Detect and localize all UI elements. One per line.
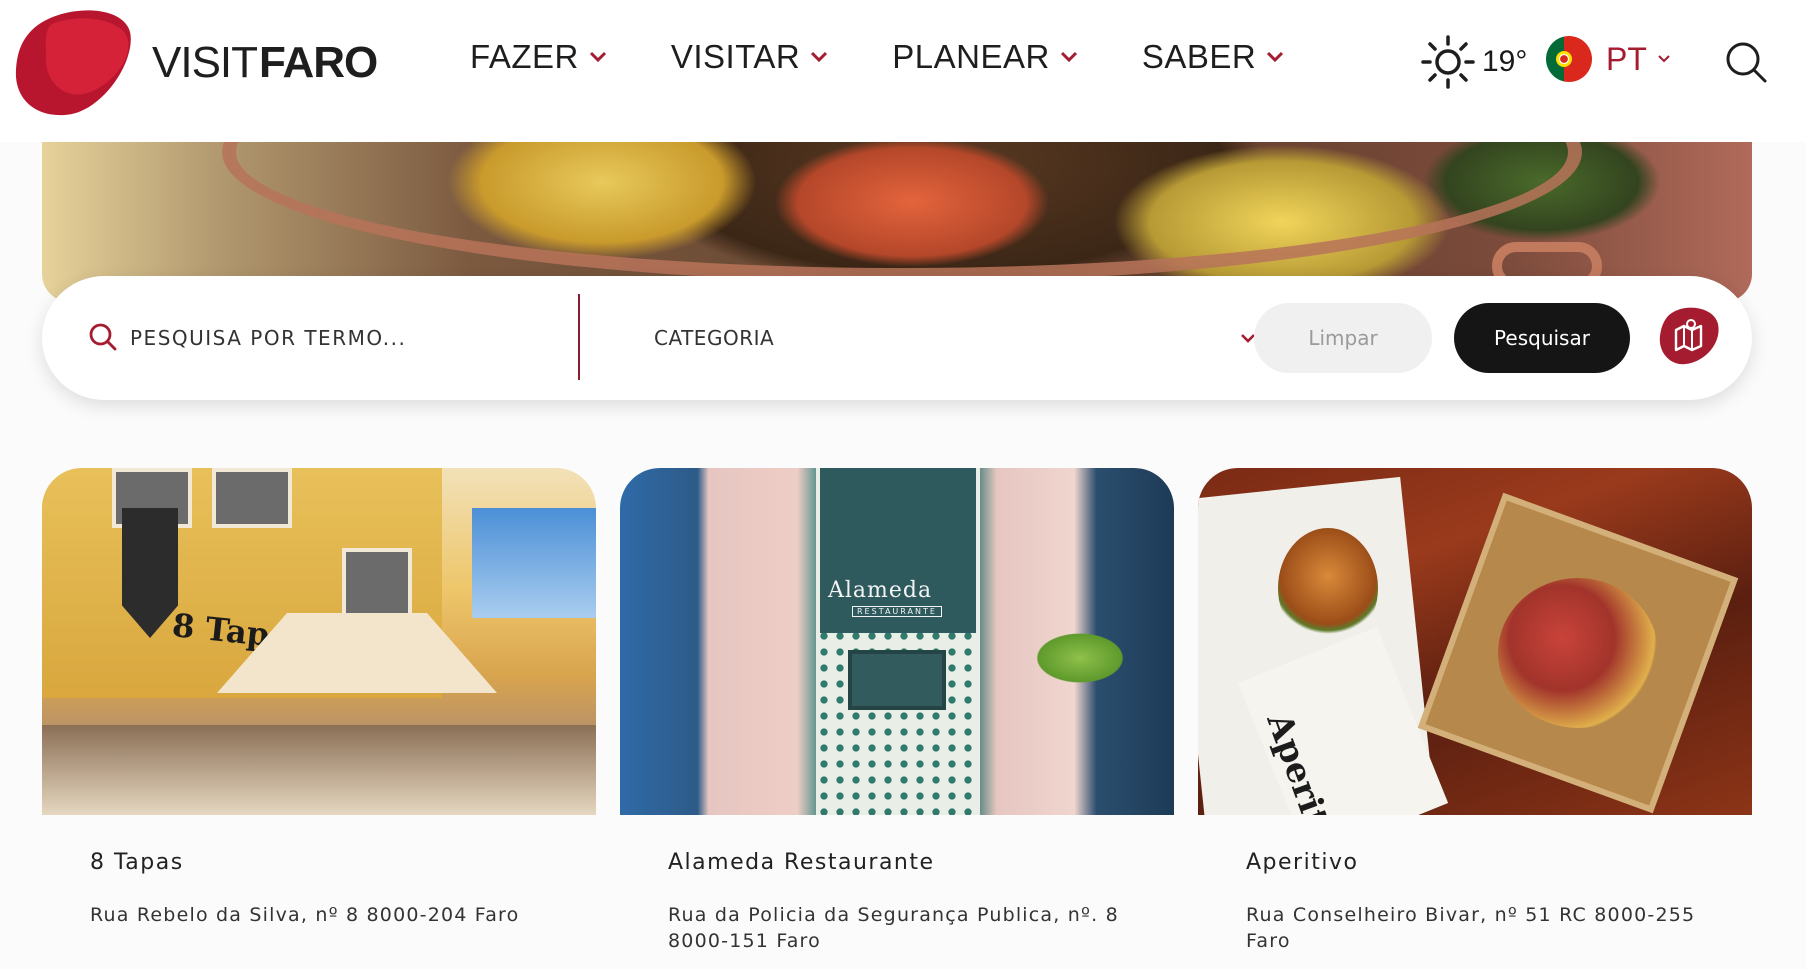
sun-icon [1421,35,1475,89]
restaurant-card[interactable]: 8 Tapas 8 Tapas Rua Rebelo da Silva, nº … [42,468,596,926]
sign-text: Alameda [828,578,933,603]
language-code: PT [1606,40,1647,77]
restaurant-address: Rua Conselheiro Bivar, nº 51 RC 8000-255… [1246,904,1696,952]
nav-item-label: SABER [1141,38,1257,75]
main-nav: FAZER VISITAR PLANEAR SABER [470,38,1348,76]
restaurant-photo[interactable]: Aperitivo [1198,468,1752,815]
search-icon [89,323,117,351]
chevron-down-icon [1658,55,1670,63]
nav-item-label: VISITAR [670,38,801,75]
restaurant-name[interactable]: 8 Tapas [90,850,184,875]
nav-item-fazer[interactable]: FAZER [470,38,607,76]
restaurant-photo[interactable]: 8 Tapas [42,468,596,815]
search-submit-button[interactable]: Pesquisar [1454,303,1630,373]
nav-item-label: FAZER [470,38,579,75]
logo-mark-icon [15,10,131,116]
search-icon[interactable] [1724,40,1768,84]
logo-wordmark: VISITFARO [152,38,378,87]
nav-item-label: PLANEAR [892,38,1050,75]
visit-faro-logo[interactable]: VISITFARO [12,10,378,116]
restaurant-name[interactable]: Alameda Restaurante [668,850,935,875]
chevron-down-icon [589,51,606,63]
category-label: CATEGORIA [654,326,775,350]
hero-pan [222,142,1582,282]
restaurant-address: Rua Rebelo da Silva, nº 8 8000-204 Faro [90,904,520,926]
map-icon[interactable] [1658,304,1720,366]
search-bar: CATEGORIA Limpar Pesquisar [42,276,1752,400]
clear-button[interactable]: Limpar [1254,303,1432,373]
chevron-down-icon [1267,51,1284,63]
nav-item-visitar[interactable]: VISITAR [671,38,828,76]
nav-item-saber[interactable]: SABER [1142,38,1284,76]
restaurant-photo[interactable]: Alameda RESTAURANTE [620,468,1174,815]
portugal-flag-icon [1546,36,1592,82]
search-divider [578,294,580,380]
sign-subtext: RESTAURANTE [852,606,942,617]
search-input[interactable] [130,318,600,358]
nav-item-planear[interactable]: PLANEAR [892,38,1078,76]
restaurant-card[interactable]: Aperitivo Aperitivo Rua Conselheiro Biva… [1198,468,1752,952]
language-selector[interactable]: PT [1546,36,1671,82]
restaurant-name[interactable]: Aperitivo [1246,850,1358,875]
temperature: 19° [1482,45,1528,78]
restaurant-card[interactable]: Alameda RESTAURANTE Alameda Restaurante … [620,468,1174,952]
menu-board [848,650,946,710]
site-header: VISITFARO FAZER VISITAR PLANEAR SABER 19… [0,0,1806,142]
category-select[interactable]: CATEGORIA [654,318,1255,358]
chevron-down-icon [811,51,828,63]
restaurant-address: Rua da Policia da Segurança Publica, nº.… [668,904,1119,952]
chevron-down-icon [1060,51,1077,63]
weather-widget: 19° [1420,34,1527,90]
